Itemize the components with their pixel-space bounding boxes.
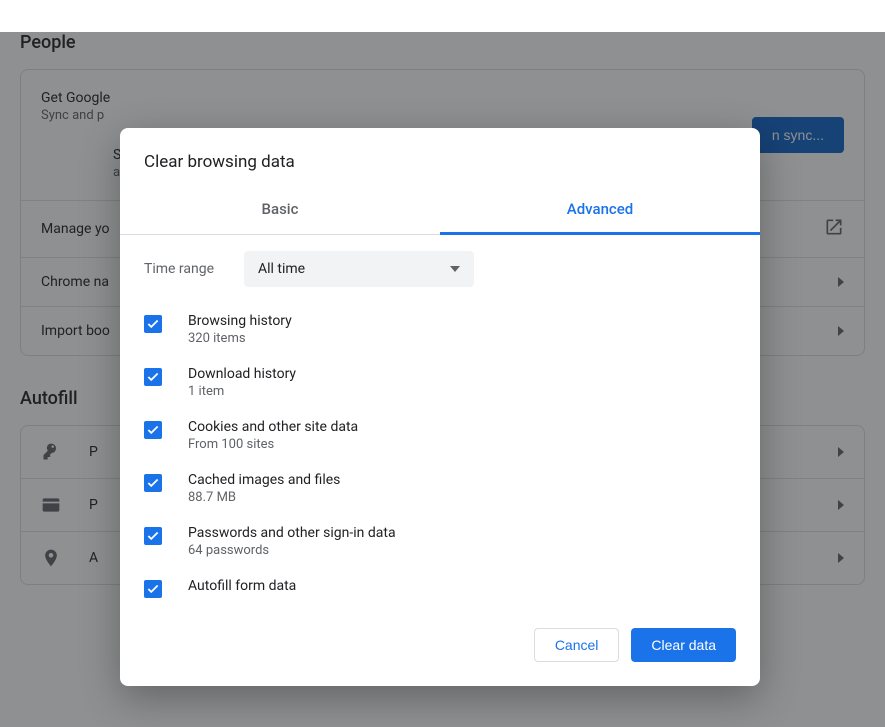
option-subtitle: 1 item xyxy=(188,384,296,399)
time-range-label: Time range xyxy=(144,261,244,277)
option-checkbox[interactable] xyxy=(144,527,162,545)
option-checkbox[interactable] xyxy=(144,580,162,598)
option-title: Cached images and files xyxy=(188,472,340,488)
time-range-value: All time xyxy=(258,261,305,277)
clear-data-option: Passwords and other sign-in data 64 passw… xyxy=(144,515,732,568)
option-subtitle: 64 passwords xyxy=(188,543,396,558)
time-range-select[interactable]: All time xyxy=(244,251,474,287)
cancel-button[interactable]: Cancel xyxy=(534,628,620,662)
option-text: Download history 1 item xyxy=(188,366,296,399)
checkmark-icon xyxy=(146,529,160,543)
dialog-tabs: Basic Advanced xyxy=(120,188,760,235)
tab-basic[interactable]: Basic xyxy=(120,188,440,234)
clear-data-option: Autofill form data xyxy=(144,568,732,608)
option-subtitle: 88.7 MB xyxy=(188,490,340,505)
option-text: Passwords and other sign-in data 64 passw… xyxy=(188,525,396,558)
clear-data-option: Browsing history 320 items xyxy=(144,303,732,356)
option-checkbox[interactable] xyxy=(144,474,162,492)
option-text: Cached images and files 88.7 MB xyxy=(188,472,340,505)
tab-advanced[interactable]: Advanced xyxy=(440,188,760,235)
option-checkbox[interactable] xyxy=(144,368,162,386)
checkmark-icon xyxy=(146,423,160,437)
clear-data-button[interactable]: Clear data xyxy=(631,628,736,662)
option-title: Passwords and other sign-in data xyxy=(188,525,396,541)
option-title: Browsing history xyxy=(188,313,292,329)
clear-data-option: Cached images and files 88.7 MB xyxy=(144,462,732,515)
option-text: Browsing history 320 items xyxy=(188,313,292,346)
option-checkbox[interactable] xyxy=(144,315,162,333)
time-range-row: Time range All time xyxy=(144,251,732,287)
dialog-title: Clear browsing data xyxy=(120,128,760,188)
option-checkbox[interactable] xyxy=(144,421,162,439)
clear-data-option: Cookies and other site data From 100 site… xyxy=(144,409,732,462)
option-title: Autofill form data xyxy=(188,578,296,594)
option-title: Cookies and other site data xyxy=(188,419,358,435)
option-text: Cookies and other site data From 100 site… xyxy=(188,419,358,452)
clear-data-option: Download history 1 item xyxy=(144,356,732,409)
checkmark-icon xyxy=(146,370,160,384)
checkmark-icon xyxy=(146,476,160,490)
option-text: Autofill form data xyxy=(188,578,296,594)
dialog-actions: Cancel Clear data xyxy=(120,608,760,686)
option-subtitle: From 100 sites xyxy=(188,437,358,452)
dialog-body[interactable]: Time range All time Browsing history 320 … xyxy=(120,235,760,608)
checkmark-icon xyxy=(146,317,160,331)
checkmark-icon xyxy=(146,582,160,596)
caret-down-icon xyxy=(450,266,460,272)
option-subtitle: 320 items xyxy=(188,331,292,346)
clear-browsing-data-dialog: Clear browsing data Basic Advanced Time … xyxy=(120,128,760,686)
option-title: Download history xyxy=(188,366,296,382)
